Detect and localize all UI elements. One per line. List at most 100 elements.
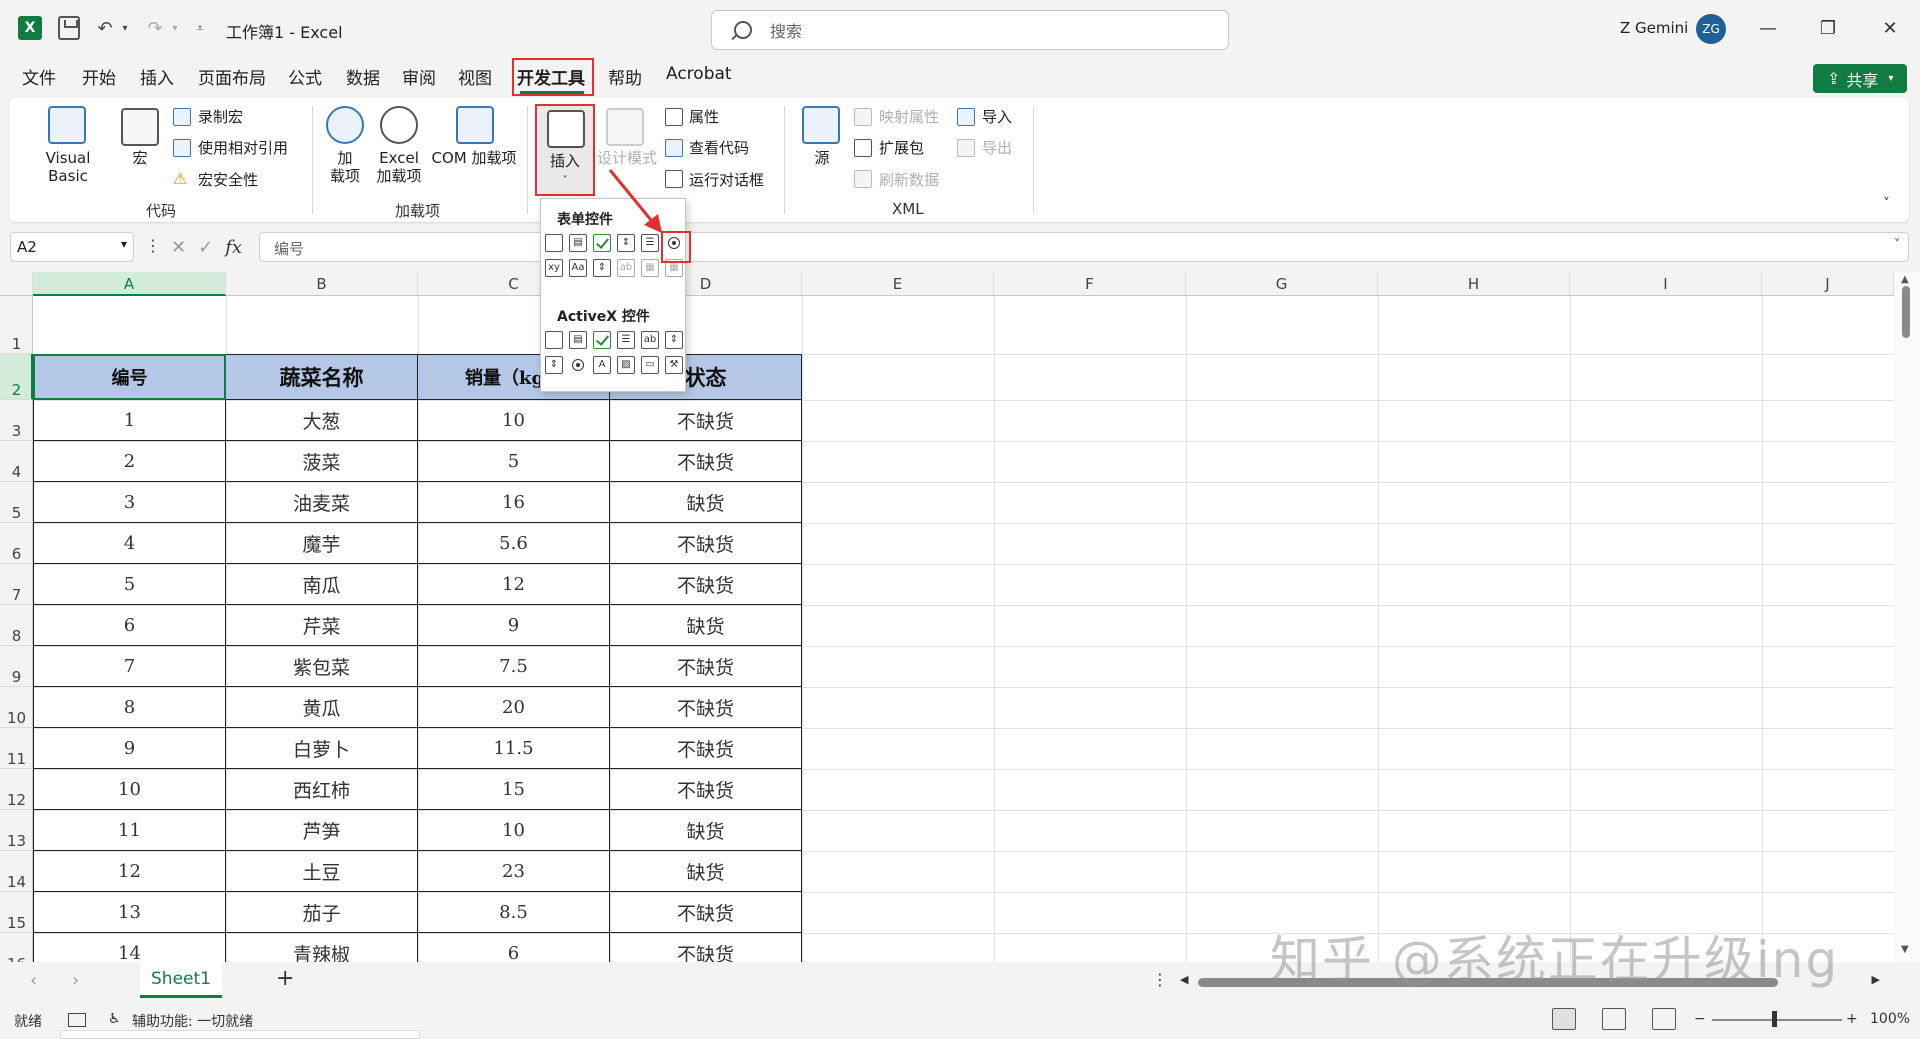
- accessibility-status[interactable]: 辅助功能: 一切就绪: [132, 1011, 253, 1031]
- share-button[interactable]: ⇪ 共享 ▾: [1813, 64, 1907, 93]
- column-header-h[interactable]: H: [1378, 272, 1570, 296]
- row-header-11[interactable]: 11: [0, 728, 33, 769]
- properties-button[interactable]: 属性: [689, 108, 719, 126]
- activex-image-icon[interactable]: ▨: [617, 356, 635, 374]
- table-cell[interactable]: 9: [33, 728, 226, 769]
- activex-label-icon[interactable]: A: [593, 356, 611, 374]
- table-cell[interactable]: 不缺货: [610, 646, 802, 687]
- row-header-10[interactable]: 10: [0, 687, 33, 728]
- tab-data[interactable]: 数据: [346, 64, 380, 89]
- table-cell[interactable]: 13: [33, 892, 226, 933]
- macro-recording-icon[interactable]: [68, 1013, 86, 1027]
- table-cell[interactable]: 8.5: [418, 892, 610, 933]
- table-cell[interactable]: 5: [418, 441, 610, 482]
- sheet-tab-sheet1[interactable]: Sheet1: [140, 962, 222, 998]
- table-cell[interactable]: 土豆: [226, 851, 418, 892]
- table-cell[interactable]: 菠菜: [226, 441, 418, 482]
- macros-button[interactable]: 宏: [130, 149, 150, 167]
- table-cell[interactable]: 缺货: [610, 851, 802, 892]
- table-cell[interactable]: 不缺货: [610, 892, 802, 933]
- column-header-a[interactable]: A: [33, 272, 226, 296]
- column-header-b[interactable]: B: [226, 272, 418, 296]
- table-cell[interactable]: 南瓜: [226, 564, 418, 605]
- label-control-icon[interactable]: Aa: [569, 259, 587, 277]
- expansion-packs-button[interactable]: 扩展包: [879, 139, 924, 157]
- activex-check-box-icon[interactable]: [593, 331, 611, 349]
- table-cell[interactable]: 15: [418, 769, 610, 810]
- xml-source-button[interactable]: 源: [812, 149, 832, 167]
- activex-spin-button-icon[interactable]: ⇕: [545, 356, 563, 374]
- activex-text-box-icon[interactable]: ab: [641, 331, 659, 349]
- select-all-corner[interactable]: [0, 272, 33, 296]
- more-options-icon[interactable]: ⋮: [145, 236, 161, 255]
- table-cell[interactable]: 11.5: [418, 728, 610, 769]
- activex-more-controls-icon[interactable]: ⚒: [665, 356, 683, 374]
- check-box-control-icon[interactable]: [593, 234, 611, 252]
- activex-toggle-button-icon[interactable]: ▭: [641, 356, 659, 374]
- table-cell[interactable]: 黄瓜: [226, 687, 418, 728]
- tab-review[interactable]: 审阅: [402, 64, 436, 89]
- collapse-ribbon-icon[interactable]: ˅: [1883, 196, 1890, 212]
- scroll-up-icon[interactable]: ▲: [1901, 274, 1909, 285]
- spin-button-control-icon[interactable]: ⇕: [617, 234, 635, 252]
- scroll-down-icon[interactable]: ▼: [1901, 944, 1909, 955]
- table-cell[interactable]: 5.6: [418, 523, 610, 564]
- formula-input[interactable]: 编号 ˅: [259, 232, 1909, 262]
- table-cell[interactable]: 青辣椒: [226, 933, 418, 962]
- tab-file[interactable]: 文件: [22, 64, 56, 89]
- row-header-3[interactable]: 3: [0, 400, 33, 441]
- table-cell[interactable]: 14: [33, 933, 226, 962]
- table-cell[interactable]: 2: [33, 441, 226, 482]
- insert-function-icon[interactable]: fx: [225, 237, 242, 258]
- redo-icon[interactable]: ↷: [144, 16, 166, 40]
- text-field-control-icon[interactable]: ab: [617, 259, 635, 277]
- row-header-13[interactable]: 13: [0, 810, 33, 851]
- scroll-right-icon[interactable]: ▶: [1872, 973, 1880, 986]
- table-cell[interactable]: 不缺货: [610, 441, 802, 482]
- combo-box-control-icon[interactable]: ▤: [569, 234, 587, 252]
- close-icon[interactable]: ✕: [1870, 12, 1910, 44]
- record-macro-button[interactable]: 录制宏: [198, 108, 243, 126]
- activex-button-icon[interactable]: [545, 331, 563, 349]
- activex-combo-box-icon[interactable]: ▤: [569, 331, 587, 349]
- excel-addins-button[interactable]: Excel 加载项: [374, 149, 424, 185]
- row-header-6[interactable]: 6: [0, 523, 33, 564]
- zoom-level[interactable]: 100%: [1870, 1011, 1910, 1027]
- row-header-2[interactable]: 2: [0, 354, 33, 400]
- page-break-view-icon[interactable]: [1652, 1008, 1676, 1030]
- refresh-data-button[interactable]: 刷新数据: [879, 171, 939, 189]
- name-box[interactable]: A2 ▾: [10, 232, 134, 262]
- table-cell[interactable]: 12: [418, 564, 610, 605]
- column-header-g[interactable]: G: [1186, 272, 1378, 296]
- user-name[interactable]: Z Gemini: [1620, 19, 1688, 37]
- add-sheet-icon[interactable]: +: [276, 966, 294, 991]
- table-cell[interactable]: 4: [33, 523, 226, 564]
- relative-reference-button[interactable]: 使用相对引用: [198, 139, 288, 157]
- table-cell[interactable]: 10: [418, 400, 610, 441]
- tab-insert[interactable]: 插入: [140, 64, 174, 89]
- combo-list-control-icon[interactable]: ▦: [641, 259, 659, 277]
- tab-view[interactable]: 视图: [458, 64, 492, 89]
- table-cell[interactable]: 不缺货: [610, 687, 802, 728]
- previous-sheet-icon[interactable]: ‹: [30, 970, 37, 991]
- run-dialog-button[interactable]: 运行对话框: [689, 171, 764, 189]
- avatar[interactable]: ZG: [1696, 14, 1726, 44]
- tab-acrobat[interactable]: Acrobat: [666, 64, 732, 84]
- table-cell[interactable]: 不缺货: [610, 400, 802, 441]
- more-options-icon[interactable]: ⋮: [1152, 970, 1168, 989]
- row-header-7[interactable]: 7: [0, 564, 33, 605]
- import-button[interactable]: 导入: [982, 108, 1012, 126]
- row-header-16[interactable]: 16: [0, 933, 33, 962]
- tab-formulas[interactable]: 公式: [288, 64, 322, 89]
- table-cell[interactable]: 芦笋: [226, 810, 418, 851]
- row-header-4[interactable]: 4: [0, 441, 33, 482]
- tab-help[interactable]: 帮助: [608, 64, 642, 89]
- normal-view-icon[interactable]: [1552, 1008, 1576, 1030]
- table-header-cell[interactable]: 蔬菜名称: [226, 354, 418, 400]
- page-layout-view-icon[interactable]: [1602, 1008, 1626, 1030]
- save-icon[interactable]: [58, 16, 80, 40]
- table-cell[interactable]: 缺货: [610, 810, 802, 851]
- group-box-control-icon[interactable]: xy: [545, 259, 563, 277]
- table-cell[interactable]: 7.5: [418, 646, 610, 687]
- table-cell[interactable]: 缺货: [610, 605, 802, 646]
